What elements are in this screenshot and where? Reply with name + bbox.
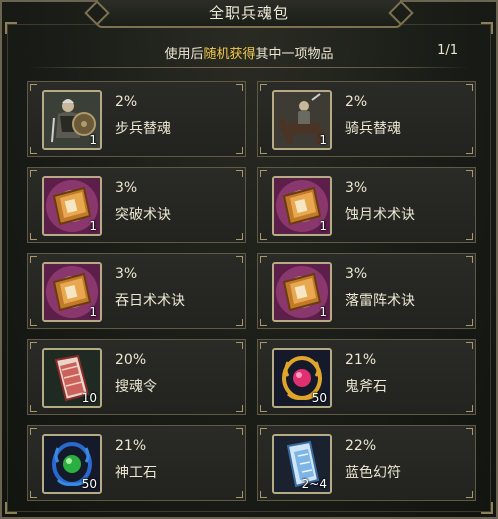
- reward-item[interactable]: 1 2% 步兵替魂: [27, 81, 246, 157]
- item-quantity: 50: [81, 477, 97, 491]
- reward-item[interactable]: 50 21% 神工石: [27, 425, 246, 501]
- frame-corner: [481, 22, 493, 34]
- item-quantity: 1: [319, 219, 327, 233]
- instruction-highlight: 随机获得: [203, 47, 256, 62]
- item-probability: 21%: [345, 352, 377, 368]
- item-quantity: 1: [319, 305, 327, 319]
- item-quantity: 2~4: [301, 477, 327, 491]
- instruction-text: 使用后随机获得其中一项物品: [0, 43, 498, 62]
- instruction-pre: 使用后: [164, 47, 204, 62]
- item-name: 落雷阵术诀: [345, 293, 415, 309]
- frame-corner: [5, 22, 17, 34]
- item-name: 吞日术术诀: [115, 293, 185, 309]
- item-quantity: 1: [319, 133, 327, 147]
- item-name: 神工石: [115, 465, 157, 481]
- item-name: 蚀月术术诀: [345, 207, 415, 223]
- reward-item[interactable]: 1 3% 突破术诀: [27, 167, 246, 243]
- item-name: 搜魂令: [115, 379, 157, 395]
- dialog-title: 全职兵魂包: [208, 4, 289, 22]
- reward-item[interactable]: 1 3% 蚀月术术诀: [257, 167, 476, 243]
- skill-book-icon[interactable]: 1: [272, 176, 332, 236]
- reward-item[interactable]: 50 21% 鬼斧石: [257, 339, 476, 415]
- item-probability: 3%: [115, 180, 138, 196]
- item-probability: 20%: [115, 352, 147, 368]
- item-probability: 22%: [345, 438, 377, 454]
- reward-item[interactable]: 2~4 22% 蓝色幻符: [257, 425, 476, 501]
- item-quantity: 1: [89, 133, 97, 147]
- instruction-post: 其中一项物品: [255, 47, 334, 62]
- item-quantity: 50: [311, 391, 327, 405]
- item-probability: 3%: [345, 180, 368, 196]
- frame-corner: [5, 502, 17, 514]
- skill-book-icon[interactable]: 1: [42, 262, 102, 322]
- item-probability: 3%: [345, 266, 368, 282]
- cavalry-rider-icon[interactable]: 1: [272, 90, 332, 150]
- reward-item[interactable]: 1 2% 骑兵替魂: [257, 81, 476, 157]
- title-plate: 全职兵魂包: [96, 0, 402, 28]
- page-indicator: 1/1: [437, 43, 458, 58]
- skill-book-icon[interactable]: 1: [272, 262, 332, 322]
- item-quantity: 1: [89, 305, 97, 319]
- frame-corner: [481, 502, 493, 514]
- infantry-soldier-icon[interactable]: 1: [42, 90, 102, 150]
- item-probability: 21%: [115, 438, 147, 454]
- item-name: 鬼斧石: [345, 379, 387, 395]
- item-probability: 2%: [345, 94, 368, 110]
- item-probability: 2%: [115, 94, 138, 110]
- soul-scroll-icon[interactable]: 10: [42, 348, 102, 408]
- reward-item[interactable]: 10 20% 搜魂令: [27, 339, 246, 415]
- item-name: 突破术诀: [115, 207, 171, 223]
- red-gem-amulet-icon[interactable]: 50: [272, 348, 332, 408]
- item-quantity: 1: [89, 219, 97, 233]
- divider: [28, 67, 470, 68]
- item-name: 骑兵替魂: [345, 121, 401, 137]
- reward-item[interactable]: 1 3% 落雷阵术诀: [257, 253, 476, 329]
- item-name: 蓝色幻符: [345, 465, 401, 481]
- reward-item[interactable]: 1 3% 吞日术术诀: [27, 253, 246, 329]
- item-probability: 3%: [115, 266, 138, 282]
- item-name: 步兵替魂: [115, 121, 171, 137]
- item-quantity: 10: [81, 391, 97, 405]
- green-gem-amulet-icon[interactable]: 50: [42, 434, 102, 494]
- skill-book-icon[interactable]: 1: [42, 176, 102, 236]
- blue-talisman-icon[interactable]: 2~4: [272, 434, 332, 494]
